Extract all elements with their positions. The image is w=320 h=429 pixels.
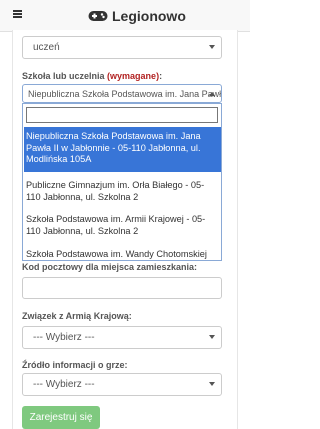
chevron-down-icon — [209, 382, 215, 386]
brand[interactable]: Legionowo — [88, 6, 186, 26]
postal-code-input[interactable] — [22, 277, 222, 299]
hamburger-menu-icon[interactable] — [13, 10, 22, 18]
union-label: Związek z Armią Krajową: — [22, 311, 132, 321]
school-select[interactable]: Niepubliczna Szkoła Podstawowa im. Jana … — [22, 84, 222, 103]
school-dropdown: Niepubliczna Szkoła Podstawowa im. Jana … — [22, 103, 222, 261]
top-navbar: Legionowo — [0, 0, 250, 32]
chevron-down-icon — [209, 45, 215, 49]
role-select-value: uczeń — [33, 42, 60, 53]
school-option[interactable]: Niepubliczna Szkoła Podstawowa im. Jana … — [24, 127, 221, 172]
dropdown-search-input[interactable] — [26, 107, 218, 123]
source-label: Źródło informacji o grze: — [22, 360, 128, 370]
source-select[interactable]: --- Wybierz --- — [22, 373, 222, 396]
register-button[interactable]: Zarejestruj się — [22, 406, 100, 429]
chevron-down-icon — [209, 335, 215, 339]
school-label: Szkoła lub uczelnia (wymagane): — [22, 71, 163, 81]
required-marker: (wymagane) — [107, 71, 160, 81]
school-option[interactable]: Szkoła Podstawowa im. Armii Krajowej - 0… — [24, 210, 221, 240]
union-select[interactable]: --- Wybierz --- — [22, 326, 222, 349]
gamepad-icon — [88, 11, 108, 21]
postal-code-label: Kod pocztowy dla miejsca zamieszkania: — [22, 262, 198, 272]
school-option[interactable]: Szkoła Podstawowa im. Wandy Chotomskiej — [24, 245, 221, 260]
school-select-value: Niepubliczna Szkoła Podstawowa im. Jana … — [28, 88, 222, 99]
union-select-value: --- Wybierz --- — [33, 332, 95, 343]
chevron-up-icon — [209, 92, 215, 96]
source-select-value: --- Wybierz --- — [33, 379, 95, 390]
role-select[interactable]: uczeń — [22, 36, 222, 59]
school-option[interactable]: Publiczne Gimnazjum im. Orła Białego - 0… — [24, 176, 221, 206]
brand-name: Legionowo — [112, 8, 186, 24]
